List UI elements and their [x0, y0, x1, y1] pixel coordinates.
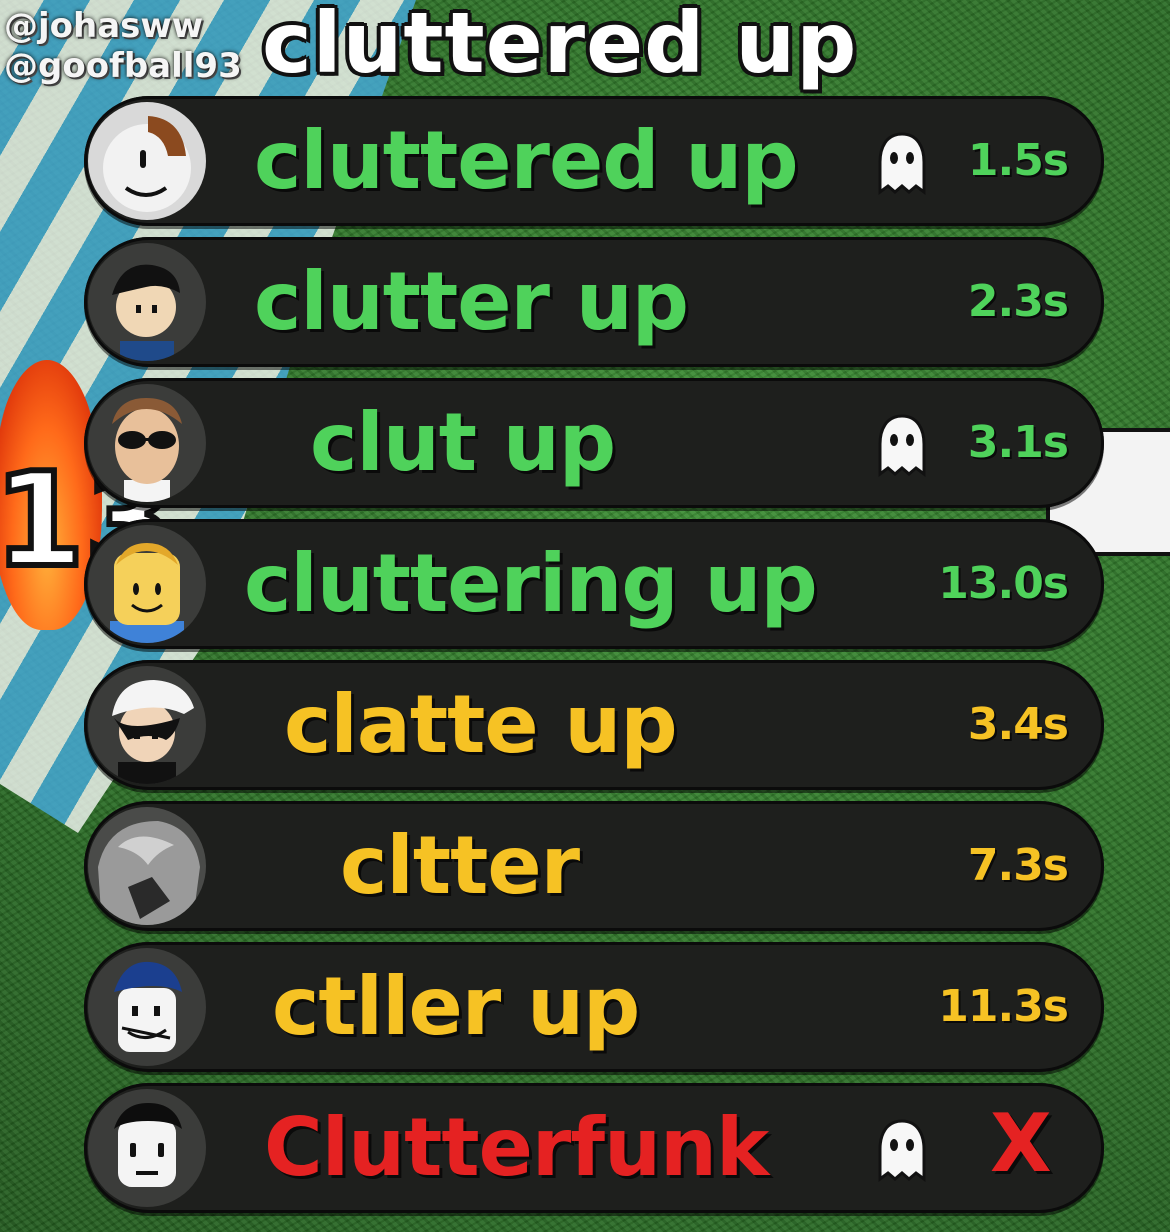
answer-time: 3.1s [967, 417, 1069, 468]
answer-row: Clutterfunk X [84, 1083, 1104, 1213]
page-title: cluttered up [262, 0, 858, 92]
avatar [88, 243, 206, 361]
answer-word: clatte up [284, 678, 678, 771]
answer-row: ctller up 11.3s [84, 942, 1104, 1072]
avatar [88, 1089, 206, 1207]
avatar [88, 948, 206, 1066]
answer-time: 3.4s [967, 699, 1069, 750]
credit-handle: @johasww [4, 6, 204, 46]
answer-word: ctller up [272, 960, 640, 1053]
answer-time: 2.3s [967, 276, 1069, 327]
answer-word: clut up [310, 396, 616, 489]
avatar [88, 666, 206, 784]
ghost-icon [874, 132, 930, 196]
answer-row: clatte up 3.4s [84, 660, 1104, 790]
answers-list: cluttered up 1.5s clutter up 2.3s clut up 3.1… [84, 96, 1104, 1224]
answer-word: clutter up [254, 255, 689, 348]
avatar [88, 807, 206, 925]
ghost-icon [874, 1119, 930, 1183]
answer-time: 13.0s [938, 558, 1069, 609]
avatar [88, 525, 206, 643]
answer-time: X [990, 1097, 1052, 1190]
answer-row: cluttered up 1.5s [84, 96, 1104, 226]
answer-word: cluttered up [254, 114, 799, 207]
answer-row: cltter 7.3s [84, 801, 1104, 931]
answer-time: 1.5s [967, 135, 1069, 186]
answer-row: cluttering up 13.0s [84, 519, 1104, 649]
answer-word: cluttering up [244, 537, 818, 630]
avatar [88, 384, 206, 502]
credits: @johasww @goofball93 [4, 6, 242, 86]
answer-time: 11.3s [938, 981, 1069, 1032]
credit-handle: @goofball93 [4, 46, 242, 86]
answer-word: Clutterfunk [264, 1101, 769, 1194]
avatar [88, 102, 206, 220]
answer-time: 7.3s [967, 840, 1069, 891]
answer-word: cltter [340, 819, 580, 912]
ghost-icon [874, 414, 930, 478]
answer-row: clut up 3.1s [84, 378, 1104, 508]
answer-row: clutter up 2.3s [84, 237, 1104, 367]
